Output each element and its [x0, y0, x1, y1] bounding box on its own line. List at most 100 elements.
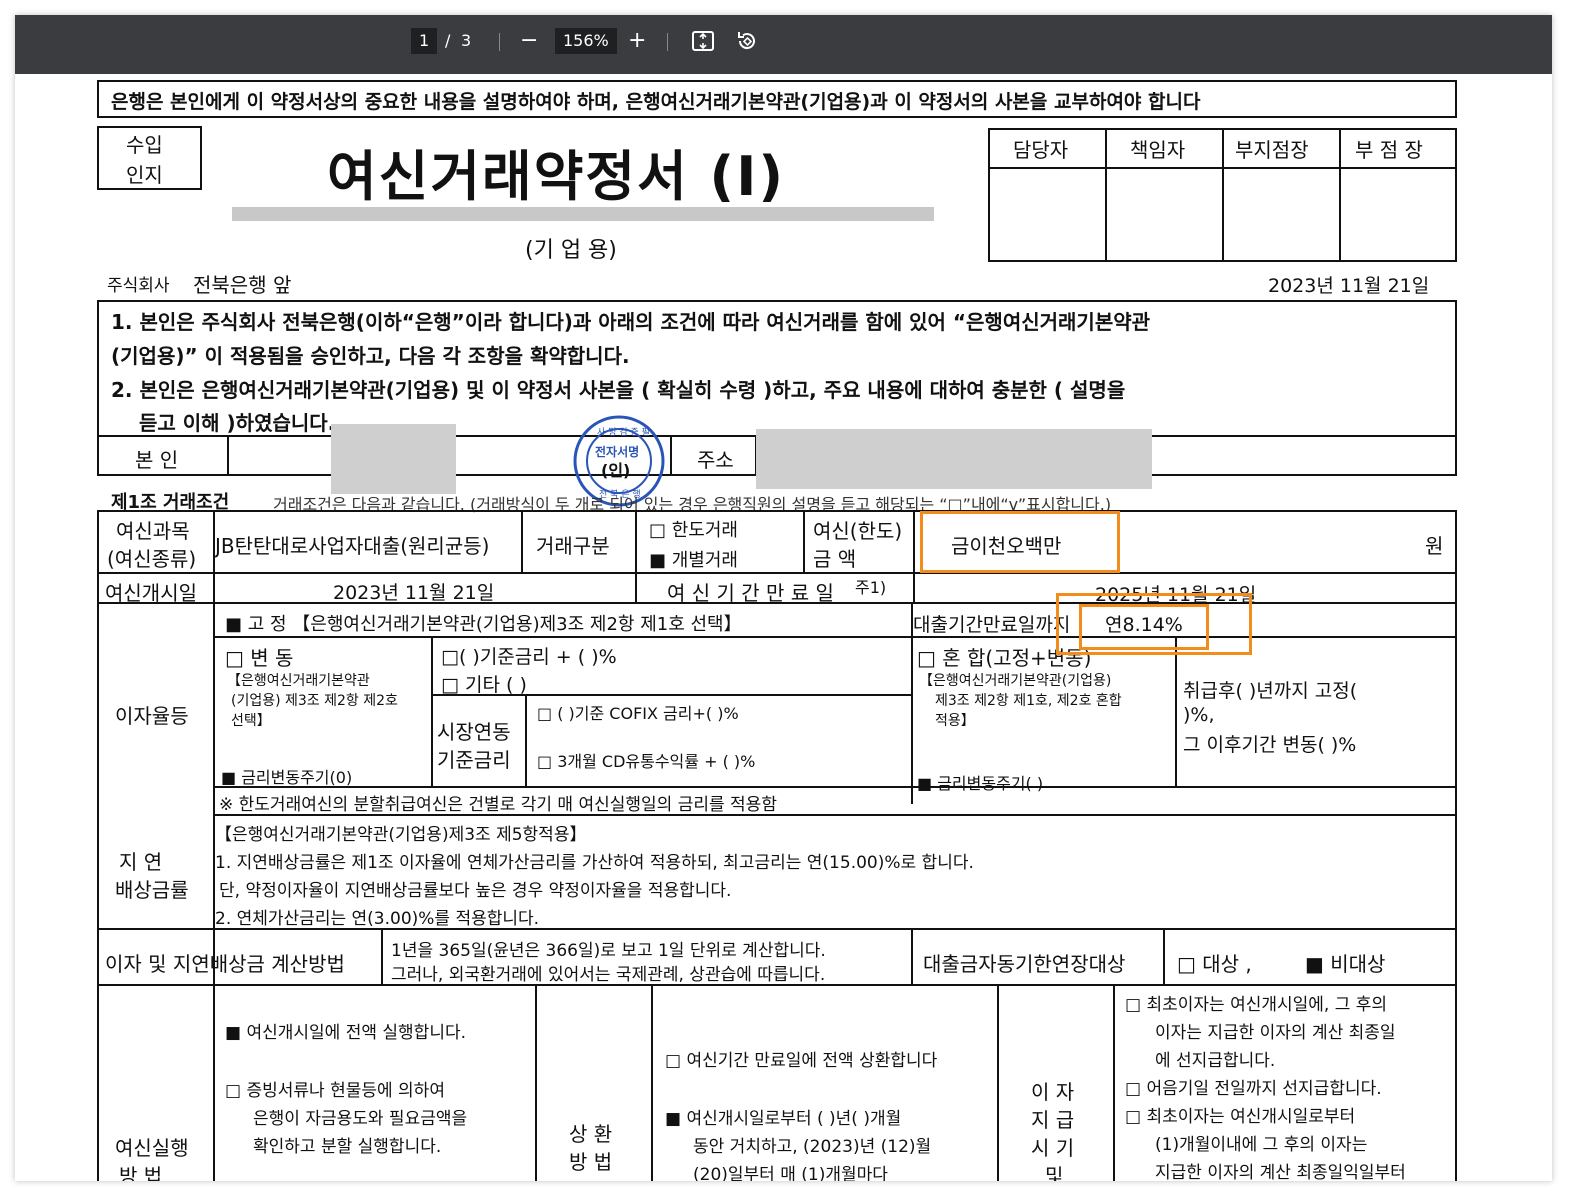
cell-divider — [525, 694, 527, 786]
party-divider — [227, 435, 229, 476]
loan-subject-label: 여신과목 — [116, 519, 190, 543]
addressee-company: 주식회사 — [107, 276, 170, 296]
trade-type-label: 거래구분 — [536, 534, 610, 558]
repayment-option-installment-3: (20)일부터 매 (1)개월마다 — [693, 1165, 888, 1181]
market-rate-label: 시장연동 — [437, 720, 511, 744]
zoom-level-input[interactable]: 156% — [555, 28, 617, 54]
delay-rate-label: 지 연 — [119, 850, 163, 874]
cell-divider — [803, 510, 805, 572]
interest-option-prepay[interactable]: □ 최초이자는 여신개시일에, 그 후의 — [1125, 990, 1387, 1015]
delay-rate-sublabel: 배상금률 — [115, 878, 189, 902]
clause-1-line-2: (기업용)” 이 적용됨을 승인하고, 다음 각 조항을 확약합니다. — [111, 344, 630, 368]
trade-option-individual[interactable]: ■ 개별거래 — [649, 546, 738, 572]
delay-rate-line-1: 【은행여신거래기본약관(기업용)제3조 제5항적용】 — [215, 825, 587, 845]
loan-subject-sublabel: (여신종류) — [107, 547, 197, 571]
mixed-rate-desc-1: 【은행여신거래기본약관(기업용) — [919, 673, 1112, 689]
clause-2-line-1: 2. 본인은 은행여신거래기본약관(기업용) 및 이 약정서 사본을 ( 확실히… — [111, 378, 1126, 402]
variable-base-rate[interactable]: □( )기준금리 + ( )% — [441, 642, 617, 669]
clause-2-line-2: 듣고 이해 )하였습니다. — [139, 411, 336, 435]
interest-option-prepay-3: 에 선지급합니다. — [1155, 1051, 1276, 1071]
fixed-rate-until: 대출기간만료일까지 — [913, 614, 1071, 636]
approval-header-manager: 책임자 — [1130, 138, 1186, 162]
row-divider — [213, 786, 1457, 788]
calc-method-line-1: 1년을 365일(윤년은 366일)로 보고 1일 단위로 계산합니다. — [391, 941, 826, 961]
variable-rate-cycle: ■ 금리변동주기(0) — [221, 768, 353, 787]
mixed-rate-desc-2: 제3조 제2항 제1호, 제2호 혼합 — [935, 693, 1122, 709]
approval-divider — [1339, 128, 1341, 262]
cell-divider — [521, 510, 523, 572]
auto-extension-no[interactable]: ■ 비대상 — [1305, 948, 1385, 977]
approval-header-staff: 담당자 — [1013, 138, 1069, 162]
variable-rate-desc-2: (기업용) 제3조 제2항 제2호 — [231, 693, 398, 709]
cofix-option[interactable]: □ ( )기준 COFIX 금리+( )% — [537, 700, 739, 724]
addressee-bank: 전북은행 앞 — [193, 273, 292, 297]
contract-date: 2023년 11월 21일 — [1268, 275, 1430, 297]
delay-rate-line-2: 1. 지연배상금률은 제1조 이자율에 연체가산금리를 가산하여 적용하되, 최… — [215, 853, 974, 873]
cell-divider — [1113, 984, 1115, 1181]
stamp-label-1: 수입 — [126, 133, 163, 157]
document-page: 은행은 본인에게 이 약정서상의 중요한 내용을 설명하여야 하며, 은행여신거… — [15, 74, 1552, 1181]
interest-option-prepay-2: 이자는 지급한 이자의 계산 최종일 — [1155, 1023, 1396, 1043]
stamp-label-2: 인지 — [126, 163, 163, 187]
row-divider — [97, 928, 1457, 930]
fit-page-icon[interactable] — [691, 29, 715, 61]
zoom-in-button[interactable]: + — [628, 28, 646, 54]
page-separator: / — [445, 31, 451, 50]
address-label: 주소 — [697, 448, 734, 472]
row-divider — [431, 694, 911, 696]
redacted-name — [331, 424, 456, 494]
interest-timing-label-3: 시 기 — [1031, 1136, 1075, 1160]
clause-1-line-1: 1. 본인은 주식회사 전북은행(이하“은행”이라 합니다)과 아래의 조건에 … — [111, 310, 1151, 334]
pdf-viewer: 1 / 3 − 156% + 은행은 본인에게 이 약정서상의 중요한 내용을 … — [15, 15, 1552, 1181]
repayment-option-lump[interactable]: □ 여신기간 만료일에 전액 상환합니다 — [665, 1046, 937, 1071]
cell-divider — [213, 984, 215, 1181]
approval-header-deputy: 부지점장 — [1235, 138, 1309, 162]
fixed-rate-option[interactable]: ■ 고 정 【은행여신거래기본약관(기업용)제3조 제2항 제1호 선택】 — [225, 610, 742, 636]
auto-extension-label: 대출금자동기한연장대상 — [923, 952, 1126, 976]
repayment-option-installment[interactable]: ■ 여신개시일로부터 ( )년( )개월 — [665, 1104, 901, 1129]
page-total: 3 — [461, 31, 472, 50]
split-loan-note: ※ 한도거래여신의 분할취급여신은 건별로 각기 매 여신실행일의 금리를 적용… — [219, 795, 777, 815]
cell-divider — [913, 510, 915, 602]
execution-option-split-3: 확인하고 분할 실행합니다. — [253, 1137, 442, 1157]
rotate-icon[interactable] — [735, 29, 759, 61]
interest-option-monthly-3: 지급한 이자의 계산 최종일익일부터 — [1155, 1163, 1406, 1181]
trade-option-limit[interactable]: □ 한도거래 — [649, 516, 738, 542]
end-date-footnote: 주1) — [855, 578, 887, 597]
variable-other-rate[interactable]: □ 기타 ( ) — [441, 670, 527, 697]
start-date-value: 2023년 11월 21일 — [333, 582, 495, 604]
execution-option-full[interactable]: ■ 여신개시일에 전액 실행합니다. — [225, 1018, 466, 1043]
interest-rate-label: 이자율등 — [115, 704, 189, 728]
party-label: 본 인 — [135, 448, 179, 472]
variable-rate-desc-1: 【은행여신거래기본약관 — [227, 673, 370, 689]
interest-option-monthly[interactable]: □ 최초이자는 여신개시일로부터 — [1125, 1102, 1355, 1127]
row-divider — [213, 636, 1457, 638]
delay-rate-line-4: 2. 연체가산금리는 연(3.00)%를 적용합니다. — [215, 909, 540, 929]
viewer-toolbar: 1 / 3 − 156% + — [15, 15, 1552, 74]
market-rate-sublabel: 기준금리 — [437, 748, 511, 772]
calc-method-label: 이자 및 지연배상금 계산방법 — [105, 952, 345, 976]
variable-rate-desc-3: 선택】 — [231, 713, 271, 729]
execution-option-split-2: 은행이 자금용도와 필요금액을 — [253, 1109, 468, 1129]
cd-rate-option[interactable]: □ 3개월 CD유통수익률 + ( )% — [537, 748, 755, 772]
amount-unit: 원 — [1425, 534, 1444, 558]
approval-divider — [1105, 128, 1107, 262]
row-divider — [97, 984, 1457, 986]
toolbar-divider — [499, 33, 500, 51]
mixed-rate-desc-3: 적용】 — [935, 713, 975, 729]
amount-sublabel: 금 액 — [813, 547, 857, 571]
seal-top-text: 사 명 검 증 필 — [597, 428, 650, 438]
interest-timing-label-1: 이 자 — [1031, 1080, 1075, 1104]
cell-divider — [535, 984, 537, 1181]
variable-rate-option[interactable]: □ 변 동 — [225, 642, 293, 671]
mixed-rate-cycle: ■ 금리변동주기( ) — [917, 774, 1044, 793]
interest-option-bill[interactable]: □ 어음기일 전일까지 선지급합니다. — [1125, 1074, 1382, 1099]
zoom-out-button[interactable]: − — [520, 28, 538, 54]
repayment-method-label: 상 환 — [569, 1122, 613, 1146]
interest-timing-label-2: 지 급 — [1031, 1108, 1075, 1132]
page-number-input[interactable]: 1 — [411, 28, 438, 54]
party-divider — [670, 435, 672, 476]
execution-option-split[interactable]: □ 증빙서류나 현물등에 의하여 — [225, 1076, 445, 1101]
repayment-method-sublabel: 방 법 — [569, 1150, 613, 1174]
auto-extension-yes[interactable]: □ 대상 , — [1177, 948, 1252, 977]
